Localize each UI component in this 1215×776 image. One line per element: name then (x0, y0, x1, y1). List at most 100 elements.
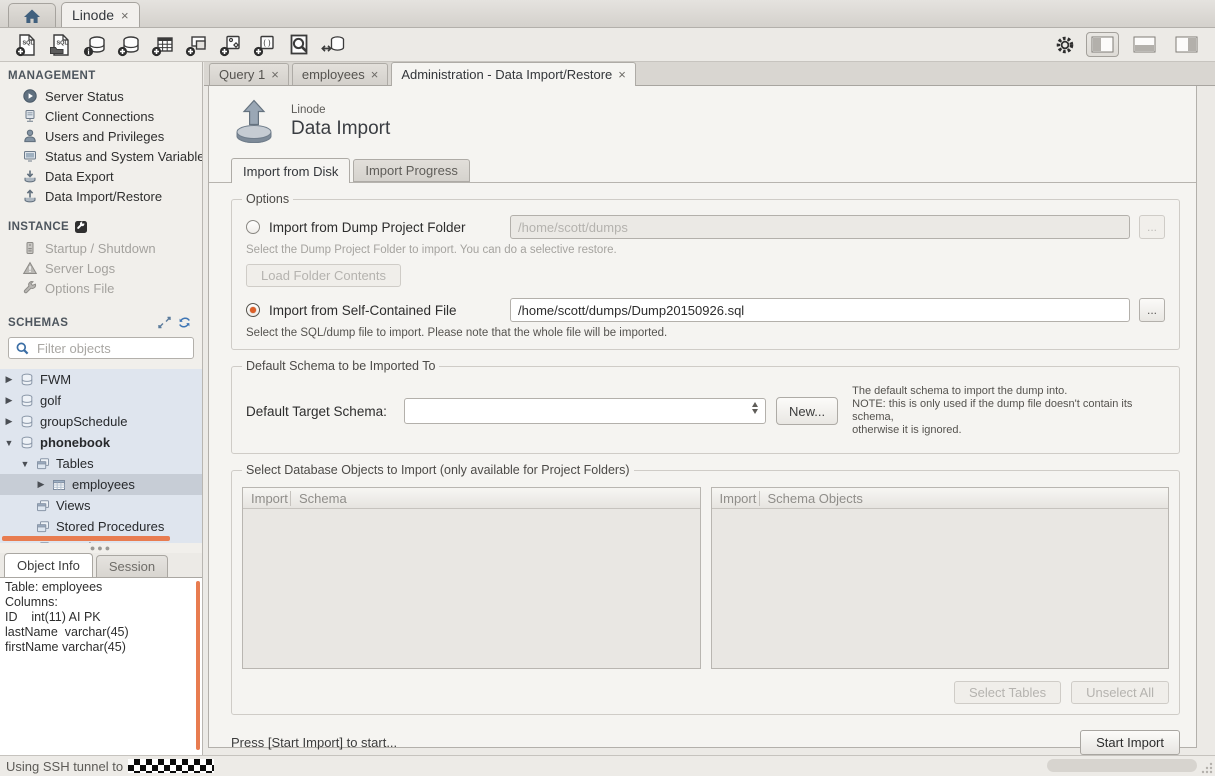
editor-tab-query-1[interactable]: Query 1× (209, 63, 289, 85)
dump-folder-label: Import from Dump Project Folder (269, 220, 501, 235)
new-schema-button[interactable]: New... (776, 397, 838, 425)
object-info-line: firstName varchar(45) (5, 640, 192, 655)
new-query-tab-icon[interactable]: SQL (10, 30, 44, 60)
tree-node-employees[interactable]: ▶employees (0, 474, 202, 495)
tab-session[interactable]: Session (96, 555, 168, 577)
default-target-schema-label: Default Target Schema: (246, 404, 394, 419)
data-import-icon (231, 98, 277, 146)
connection-tab[interactable]: Linode × (61, 2, 140, 27)
create-table-icon[interactable] (146, 30, 180, 60)
instance-section-header: INSTANCE (0, 212, 202, 238)
data-export-icon (22, 168, 38, 184)
tree-node-fwm[interactable]: ▶FWM (0, 369, 202, 390)
sidebar-item-data-export[interactable]: Data Export (0, 166, 202, 186)
horizontal-scrollbar[interactable] (1047, 759, 1197, 772)
load-folder-contents-button[interactable]: Load Folder Contents (246, 264, 401, 287)
home-icon (22, 7, 42, 25)
resize-grip-icon[interactable] (1201, 762, 1213, 774)
self-contained-radio[interactable] (246, 303, 260, 317)
main-toolbar: SQLSQLi() (0, 28, 1215, 62)
create-view-icon[interactable] (180, 30, 214, 60)
options-legend: Options (242, 192, 293, 206)
tab-object-info[interactable]: Object Info (4, 553, 93, 578)
schema-list[interactable]: ImportSchema (242, 487, 701, 669)
schema-icon (19, 414, 35, 430)
toggle-bottom-panel-icon[interactable] (1128, 32, 1161, 57)
tree-node-phonebook[interactable]: ▼phonebook (0, 432, 202, 453)
expand-panel-icon[interactable] (157, 315, 172, 330)
dump-folder-radio[interactable] (246, 220, 260, 234)
sidebar-item-status-and-system-variables[interactable]: Status and System Variables (0, 146, 202, 166)
expander-icon[interactable]: ▶ (4, 416, 14, 427)
dump-folder-browse-button[interactable]: ... (1139, 215, 1165, 239)
default-target-schema-combobox[interactable] (404, 398, 766, 424)
sidebar-item-options-file[interactable]: Options File (0, 278, 202, 298)
self-contained-help: Select the SQL/dump file to import. Plea… (246, 327, 1169, 339)
schema-tree: ▶FWM▶golf▶groupSchedule▼phonebook▼Tables… (0, 369, 202, 543)
schema-icon (19, 393, 35, 409)
home-tab[interactable] (8, 3, 56, 27)
create-function-icon[interactable]: () (248, 30, 282, 60)
sidebar-item-startup-shutdown[interactable]: Startup / Shutdown (0, 238, 202, 258)
create-schema-icon[interactable] (112, 30, 146, 60)
gear-icon[interactable] (1053, 33, 1077, 57)
sidebar-item-data-import-restore[interactable]: Data Import/Restore (0, 186, 202, 206)
self-contained-label: Import from Self-Contained File (269, 303, 501, 318)
open-sql-file-icon[interactable]: SQL (44, 30, 78, 60)
tree-horizontal-scrollbar[interactable] (2, 536, 170, 541)
search-data-icon[interactable] (282, 30, 316, 60)
editor-tab-administration-data-import-restore[interactable]: Administration - Data Import/Restore× (391, 62, 636, 86)
close-icon[interactable]: × (121, 9, 129, 22)
logs-icon (22, 260, 38, 276)
tree-node-groupschedule[interactable]: ▶groupSchedule (0, 411, 202, 432)
sidebar-item-client-connections[interactable]: Client Connections (0, 106, 202, 126)
client-connections-icon (22, 108, 38, 124)
wrench-badge-icon (74, 220, 88, 234)
schema-icon (19, 435, 35, 451)
expander-icon[interactable]: ▶ (36, 479, 46, 490)
tab-import-from-disk[interactable]: Import from Disk (231, 158, 350, 183)
expander-icon[interactable]: ▶ (4, 395, 14, 406)
window-tab-strip: Linode × (0, 0, 1215, 28)
tab-import-progress[interactable]: Import Progress (353, 159, 469, 182)
dump-folder-input[interactable] (510, 215, 1130, 239)
table-icon (51, 477, 67, 493)
toggle-left-panel-icon[interactable] (1086, 32, 1119, 57)
default-schema-group: Default Schema to be Imported To Default… (231, 359, 1180, 454)
default-schema-legend: Default Schema to be Imported To (242, 359, 439, 373)
sidebar-item-users-and-privileges[interactable]: Users and Privileges (0, 126, 202, 146)
create-procedure-icon[interactable] (214, 30, 248, 60)
close-icon[interactable]: × (271, 68, 279, 81)
object-info-line: Columns: (5, 595, 192, 610)
object-info-line: lastName varchar(45) (5, 625, 192, 640)
tree-node-golf[interactable]: ▶golf (0, 390, 202, 411)
info-vertical-scrollbar[interactable] (196, 581, 200, 751)
tree-node-tables[interactable]: ▼Tables (0, 453, 202, 474)
start-import-button[interactable]: Start Import (1080, 730, 1180, 755)
sidebar-item-server-logs[interactable]: Server Logs (0, 258, 202, 278)
refresh-icon[interactable] (177, 315, 192, 330)
schema-filter (8, 337, 194, 359)
sync-database-icon[interactable] (316, 30, 350, 60)
schema-objects-list[interactable]: ImportSchema Objects (711, 487, 1170, 669)
tree-node-views[interactable]: Views (0, 495, 202, 516)
schema-filter-input[interactable] (35, 340, 187, 357)
sidebar-item-server-status[interactable]: Server Status (0, 86, 202, 106)
self-contained-browse-button[interactable]: ... (1139, 298, 1165, 322)
expander-icon[interactable]: ▼ (20, 459, 30, 469)
status-text: Using SSH tunnel to (6, 759, 123, 774)
tree-node-stored-procedures[interactable]: Stored Procedures (0, 516, 202, 537)
expander-icon[interactable]: ▶ (4, 374, 14, 385)
toggle-right-panel-icon[interactable] (1170, 32, 1203, 57)
expander-icon[interactable]: ▼ (4, 438, 14, 448)
inspect-database-icon[interactable]: i (78, 30, 112, 60)
sidebar-splitter-handle[interactable]: ●●● (0, 543, 202, 553)
import-subtab-bar: Import from DiskImport Progress (209, 158, 1196, 183)
tables-icon (35, 498, 51, 514)
self-contained-input[interactable] (510, 298, 1130, 322)
editor-tab-employees[interactable]: employees× (292, 63, 388, 85)
unselect-all-button[interactable]: Unselect All (1071, 681, 1169, 704)
close-icon[interactable]: × (371, 68, 379, 81)
close-icon[interactable]: × (618, 68, 626, 81)
select-tables-button[interactable]: Select Tables (954, 681, 1061, 704)
